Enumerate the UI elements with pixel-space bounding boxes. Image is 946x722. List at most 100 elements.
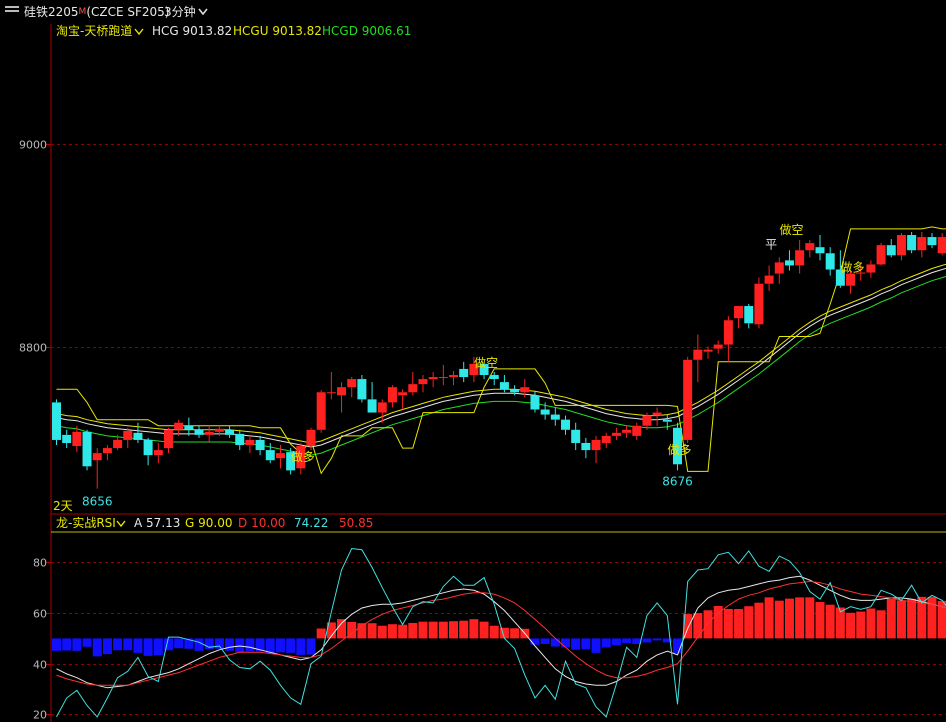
rsi-bar-up	[387, 624, 397, 639]
candle-up	[601, 435, 611, 443]
main-indicator-name[interactable]: 淘宝-天桥跑道	[56, 24, 132, 38]
candle-up	[245, 439, 255, 446]
candle-up	[917, 237, 927, 251]
candle-up	[937, 237, 946, 254]
rsi-bar-up	[408, 622, 418, 639]
candle-up	[632, 425, 642, 436]
candle-down	[235, 433, 245, 446]
rsi-bar-down	[214, 638, 224, 649]
signal-label: 做多	[667, 442, 691, 457]
candle-up	[642, 415, 652, 426]
rsi-bar-down	[225, 638, 235, 651]
rsi-cyan-value: 74.22	[294, 516, 328, 530]
rsi-tick-label: 40	[33, 659, 47, 672]
rsi-bar-down	[286, 638, 296, 653]
candle-up	[438, 377, 448, 379]
chevron-down-icon[interactable]	[134, 28, 144, 36]
line-stop	[56, 226, 946, 475]
rsi-bar-up	[723, 609, 733, 639]
main-chart[interactable]: 90008800 86568676做多做空做多平做空做多 80604020 淘宝…	[0, 0, 946, 722]
candle-down	[133, 432, 143, 440]
candle-up	[174, 422, 184, 430]
candle-up	[387, 387, 397, 403]
candles	[52, 231, 946, 489]
candle-up	[347, 379, 357, 388]
candle-up	[683, 359, 693, 440]
candle-down	[52, 402, 61, 440]
price-tick-label: 9000	[19, 139, 47, 152]
rsi-bar-up	[438, 621, 448, 639]
rsi-bar-down	[296, 638, 306, 655]
rsi-bar-down	[133, 638, 143, 653]
candle-up	[428, 377, 438, 380]
rsi-red-value: 50.85	[339, 516, 373, 530]
candle-down	[662, 419, 672, 422]
rsi-bar-down	[123, 638, 133, 651]
rsi-bar-down	[62, 638, 72, 651]
rsi-bar-up	[479, 621, 489, 639]
rsi-bar-down	[163, 638, 173, 651]
rsi-g-label: G 90.00	[185, 516, 233, 530]
rsi-bar-up	[703, 610, 713, 639]
rsi-bar-up	[744, 606, 754, 639]
rsi-bar-up	[866, 608, 876, 639]
candle-down	[886, 245, 896, 256]
candle-up	[337, 387, 347, 396]
candle-down	[927, 237, 937, 246]
candle-up	[734, 306, 744, 319]
candle-down	[367, 399, 377, 413]
rsi-bar-down	[550, 638, 560, 647]
low-price-label: 8656	[82, 495, 113, 509]
candle-down	[184, 425, 194, 430]
rsi-bar-up	[510, 628, 520, 639]
rsi-bar-up	[815, 601, 825, 639]
candle-up	[449, 375, 459, 378]
candle-up	[693, 349, 703, 360]
candle-down	[581, 442, 591, 451]
hcg-label: HCG 9013.82	[152, 24, 232, 38]
rsi-a-label: A 57.13	[134, 516, 180, 530]
signal-label: 平	[765, 237, 777, 251]
candle-down	[907, 235, 917, 251]
candle-down	[255, 439, 265, 451]
candle-up	[408, 384, 418, 393]
candle-up	[377, 402, 387, 413]
signal-label: 做空	[474, 355, 498, 370]
candle-up	[876, 245, 886, 265]
candle-down	[744, 306, 754, 324]
candle-up	[520, 387, 530, 393]
candle-up	[123, 430, 133, 440]
candle-up	[703, 349, 713, 352]
rsi-bar-down	[306, 638, 316, 655]
candle-down	[499, 382, 509, 390]
rsi-bar-down	[561, 638, 570, 648]
rsi-bar-up	[734, 609, 744, 639]
rsi-indicator-name[interactable]: 龙-实战RSI	[56, 515, 116, 530]
candle-down	[82, 431, 92, 467]
rsi-bar-up	[886, 598, 896, 639]
rsi-indicator-header: 龙-实战RSI A 57.13 G 90.00 D 10.00 74.22 50…	[56, 515, 373, 530]
candle-up	[204, 431, 214, 435]
candle-up	[214, 428, 224, 432]
candle-up	[713, 344, 723, 349]
candle-up	[275, 453, 285, 459]
rsi-bar-down	[275, 638, 285, 653]
chevron-down-icon[interactable]	[116, 520, 126, 528]
candle-up	[326, 392, 336, 394]
rsi-bar-up	[418, 621, 428, 639]
rsi-bar-down	[591, 638, 601, 653]
candle-up	[418, 379, 428, 385]
candle-down	[62, 434, 72, 443]
rsi-bar-down	[72, 638, 82, 651]
candle-up	[113, 439, 123, 449]
rsi-bar-down	[540, 638, 550, 644]
candle-up	[611, 432, 621, 436]
rsi-bar-down	[245, 638, 255, 652]
candle-down	[265, 450, 275, 461]
rsi-bar-down	[611, 638, 621, 646]
rsi-bar-up	[856, 611, 866, 639]
rsi-bar-down	[92, 638, 102, 657]
line-hcg	[56, 267, 946, 448]
candle-up	[92, 453, 102, 461]
rsi-bar-up	[907, 598, 917, 639]
